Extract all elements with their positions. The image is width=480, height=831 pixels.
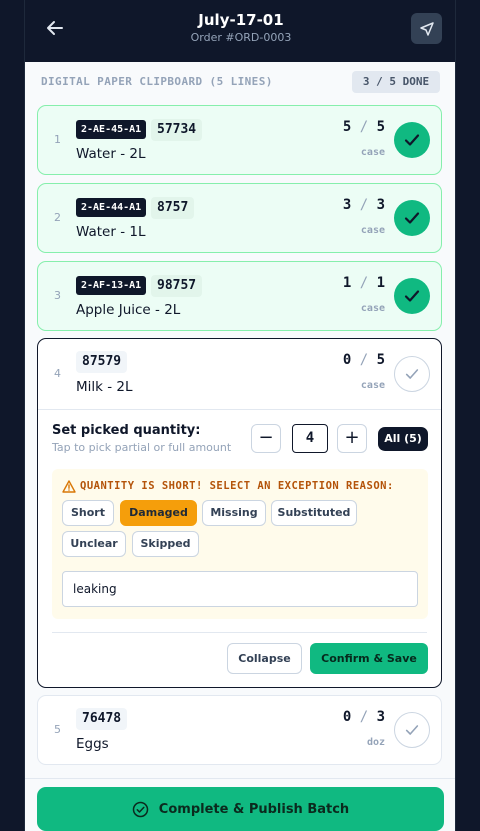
location-tag: 2-AE-45-A1	[76, 120, 147, 139]
picked-qty: 1	[342, 275, 352, 291]
order-number: Order #ORD-0003	[190, 31, 292, 44]
product-name: Eggs	[76, 736, 109, 752]
line-index: 4	[54, 367, 61, 380]
exception-title: QUANTITY IS SHORT! SELECT AN EXCEPTION R…	[80, 480, 394, 492]
exception-note-input[interactable]: leaking	[62, 571, 418, 607]
quantity-count: 0 / 3	[342, 709, 385, 725]
reason-chip-substituted[interactable]: Substituted	[271, 500, 357, 526]
unit-label: case	[360, 303, 385, 314]
picked-quantity-input[interactable]: 4	[292, 424, 328, 453]
checkmark-icon	[405, 369, 419, 379]
sku-code: 87579	[76, 351, 128, 373]
product-name: Apple Juice - 2L	[76, 302, 181, 318]
reason-chip-missing[interactable]: Missing	[202, 500, 266, 526]
quantity-count: 5 / 5	[342, 119, 385, 135]
product-name: Water - 2L	[76, 146, 146, 162]
reason-chip-damaged[interactable]: Damaged	[120, 500, 197, 526]
pick-line-3[interactable]: 3 2-AF-13-A1 98757 Apple Juice - 2L 1 / …	[37, 261, 442, 331]
line-index: 2	[54, 211, 61, 224]
picked-qty: 0	[342, 709, 352, 725]
navigate-button[interactable]	[411, 13, 442, 44]
divider	[52, 632, 427, 633]
picked-qty: 0	[342, 352, 352, 368]
checkmark-icon	[404, 212, 420, 224]
phone-screen: July-17-01 Order #ORD-0003 DIGITAL PAPER…	[24, 0, 456, 831]
checkmark-icon	[404, 290, 420, 302]
pick-line-5[interactable]: 5 76478 Eggs 0 / 3 doz	[37, 695, 442, 765]
sku-code: 8757	[151, 197, 195, 219]
completed-check-button[interactable]	[394, 278, 430, 314]
app-header: July-17-01 Order #ORD-0003	[25, 0, 455, 62]
completed-check-button[interactable]	[394, 200, 430, 236]
line-index: 1	[54, 133, 61, 146]
pick-line-2[interactable]: 2 2-AE-44-A1 8757 Water - 1L 3 / 3 case	[37, 183, 442, 253]
required-qty: 3	[376, 197, 385, 213]
quantity-count: 3 / 3	[342, 197, 385, 213]
progress-badge: 3 / 5 DONE	[352, 71, 440, 93]
line-index: 5	[54, 723, 61, 736]
check-circle-icon	[132, 801, 149, 817]
checkmark-icon	[404, 134, 420, 146]
exception-panel: QUANTITY IS SHORT! SELECT AN EXCEPTION R…	[52, 469, 428, 619]
picked-qty: 3	[342, 197, 352, 213]
location-tag: 2-AE-44-A1	[76, 198, 147, 217]
quantity-count: 0 / 5	[342, 352, 385, 368]
mark-picked-button[interactable]	[394, 356, 430, 392]
picked-qty: 5	[342, 119, 352, 135]
divider	[38, 409, 441, 410]
section-title: DIGITAL PAPER CLIPBOARD (5 LINES)	[41, 75, 273, 88]
unit-label: doz	[366, 737, 385, 748]
required-qty: 5	[376, 352, 385, 368]
mark-picked-button[interactable]	[394, 712, 430, 748]
reason-chip-skipped[interactable]: Skipped	[132, 531, 199, 557]
line-index: 3	[54, 289, 61, 302]
unit-label: case	[360, 147, 385, 158]
increment-button[interactable]: +	[337, 424, 367, 453]
confirm-save-button[interactable]: Confirm & Save	[310, 643, 428, 674]
complete-publish-button[interactable]: Complete & Publish Batch	[37, 787, 444, 831]
collapse-button[interactable]: Collapse	[227, 643, 302, 674]
pick-all-button[interactable]: All (5)	[378, 427, 428, 451]
checkmark-icon	[405, 725, 419, 735]
reason-chip-short[interactable]: Short	[62, 500, 114, 526]
picked-quantity-hint: Tap to pick partial or full amount	[52, 441, 232, 454]
page-title: July-17-01	[198, 11, 284, 29]
required-qty: 5	[376, 119, 385, 135]
completed-check-button[interactable]	[394, 122, 430, 158]
footer-divider	[25, 778, 455, 779]
reason-chip-unclear[interactable]: Unclear	[62, 531, 126, 557]
quantity-count: 1 / 1	[342, 275, 385, 291]
sku-code: 76478	[76, 708, 128, 730]
required-qty: 3	[376, 709, 385, 725]
pick-line-4-expanded[interactable]: 4 87579 Milk - 2L 0 / 5 case Set picked …	[37, 338, 442, 688]
navigation-arrow-icon	[419, 21, 434, 36]
warning-icon	[62, 480, 76, 493]
product-name: Water - 1L	[76, 224, 146, 240]
product-name: Milk - 2L	[76, 379, 133, 395]
decrement-button[interactable]: −	[251, 424, 281, 453]
picked-quantity-label: Set picked quantity:	[52, 423, 201, 438]
publish-label: Complete & Publish Batch	[158, 801, 350, 817]
location-tag: 2-AF-13-A1	[76, 276, 147, 295]
sku-code: 57734	[151, 119, 203, 141]
sku-code: 98757	[151, 275, 203, 297]
required-qty: 1	[376, 275, 385, 291]
pick-line-1[interactable]: 1 2-AE-45-A1 57734 Water - 2L 5 / 5 case	[37, 105, 442, 175]
unit-label: case	[360, 225, 385, 236]
unit-label: case	[360, 380, 385, 391]
